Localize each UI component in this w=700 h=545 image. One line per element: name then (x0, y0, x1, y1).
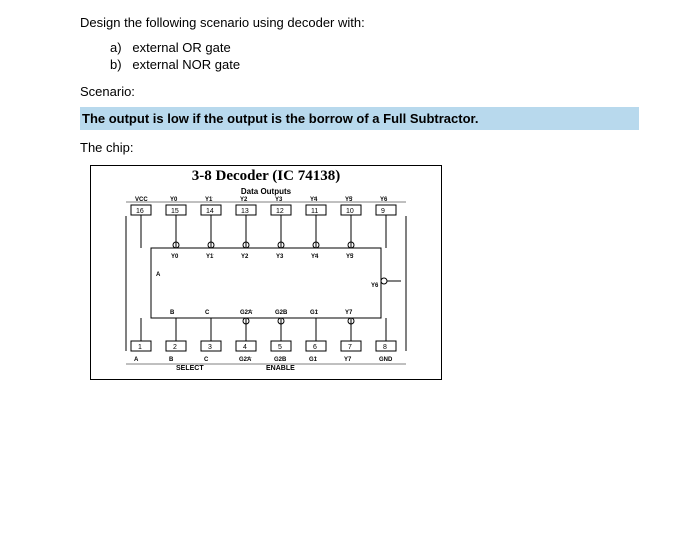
svg-text:11: 11 (311, 208, 318, 215)
svg-text:9: 9 (381, 208, 385, 215)
svg-text:G2B: G2B (275, 310, 288, 316)
svg-text:16: 16 (136, 208, 144, 215)
svg-text:SELECT: SELECT (176, 365, 204, 371)
svg-text:7: 7 (348, 344, 352, 351)
decoder-diagram: 3-8 Decoder (IC 74138) Data Outputs VCC1… (90, 165, 442, 380)
svg-text:A: A (134, 357, 139, 363)
svg-text:A: A (156, 272, 161, 278)
svg-text:12: 12 (276, 208, 284, 215)
diagram-subtitle: Data Outputs (91, 187, 441, 196)
question-text: Design the following scenario using deco… (80, 15, 650, 30)
option-a: a) external OR gate (110, 40, 650, 55)
svg-text:Y4: Y4 (311, 254, 319, 260)
svg-text:Y0: Y0 (171, 254, 179, 260)
svg-text:G1: G1 (310, 310, 319, 316)
svg-text:13: 13 (241, 208, 249, 215)
svg-text:Y6: Y6 (371, 283, 379, 289)
svg-text:G2A: G2A (240, 310, 253, 316)
svg-text:C: C (204, 357, 209, 363)
svg-text:G1: G1 (309, 357, 318, 363)
svg-text:Y1: Y1 (206, 254, 214, 260)
svg-text:G2A: G2A (239, 357, 252, 363)
svg-text:6: 6 (313, 344, 317, 351)
option-letter: b) (110, 57, 122, 72)
svg-text:4: 4 (243, 344, 247, 351)
diagram-title: 3-8 Decoder (IC 74138) (91, 166, 441, 187)
svg-text:Y7: Y7 (345, 310, 353, 316)
option-b: b) external NOR gate (110, 57, 650, 72)
svg-text:GND: GND (379, 357, 393, 363)
option-letter: a) (110, 40, 122, 55)
svg-text:15: 15 (171, 208, 179, 215)
svg-text:Y5: Y5 (346, 254, 354, 260)
scenario-highlight: The output is low if the output is the b… (80, 107, 639, 130)
svg-text:14: 14 (206, 208, 214, 215)
svg-text:3: 3 (208, 344, 212, 351)
svg-text:2: 2 (173, 344, 177, 351)
svg-text:G2B: G2B (274, 357, 287, 363)
chip-label: The chip: (80, 140, 650, 155)
svg-text:B: B (169, 357, 174, 363)
svg-text:5: 5 (278, 344, 282, 351)
svg-text:ENABLE: ENABLE (266, 365, 295, 371)
svg-text:C: C (205, 310, 210, 316)
scenario-label: Scenario: (80, 84, 650, 99)
svg-text:1: 1 (138, 344, 142, 351)
svg-text:Y3: Y3 (276, 254, 284, 260)
svg-text:8: 8 (383, 344, 387, 351)
svg-text:B: B (170, 310, 175, 316)
svg-text:Y2: Y2 (241, 254, 249, 260)
svg-text:10: 10 (346, 208, 354, 215)
svg-text:Y7: Y7 (344, 357, 352, 363)
options-list: a) external OR gate b) external NOR gate (80, 40, 650, 72)
option-text: external OR gate (132, 40, 230, 55)
chip-svg: VCC16Y015Y114Y213Y312Y411Y510Y69 1A2B3C4… (101, 196, 431, 371)
option-text: external NOR gate (132, 57, 240, 72)
